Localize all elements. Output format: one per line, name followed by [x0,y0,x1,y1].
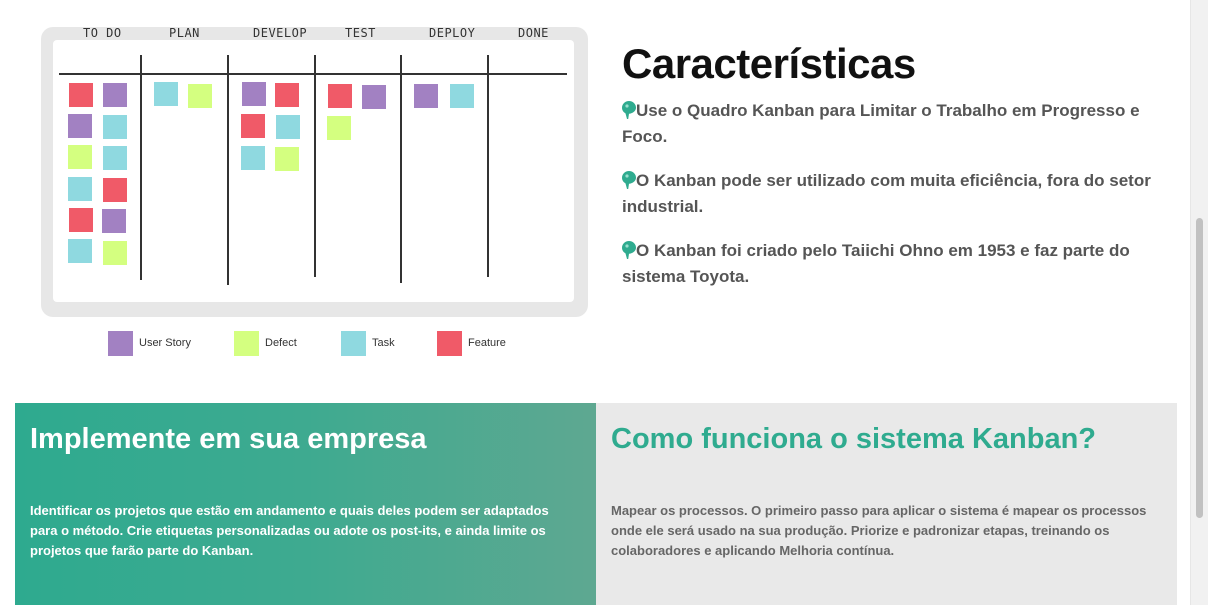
sticky-note [69,83,93,107]
characteristic-item: O Kanban foi criado pelo Taiichi Ohno em… [622,238,1162,290]
column-label-plan: PLAN [169,26,200,40]
how-it-works-text: Mapear os processos. O primeiro passo pa… [611,503,1147,558]
sticky-note [328,84,352,108]
sticky-note [414,84,438,108]
column-divider [140,55,142,280]
characteristic-text: Use o Quadro Kanban para Limitar o Traba… [622,101,1140,146]
sticky-note [275,147,299,171]
sticky-note [102,209,126,233]
legend-swatch-defect [234,331,259,356]
legend-swatch-task [341,331,366,356]
characteristic-text: O Kanban foi criado pelo Taiichi Ohno em… [622,241,1130,286]
board-header-line [59,73,567,75]
legend-label-user-story: User Story [139,337,191,349]
scrollbar-thumb[interactable] [1196,218,1203,518]
legend-label-task: Task [372,337,395,349]
how-it-works-panel: Como funciona o sistema Kanban? Mapear o… [596,403,1177,605]
legend-swatch-user-story [108,331,133,356]
implement-panel: Implemente em sua empresa Identificar os… [15,403,596,605]
sticky-note [450,84,474,108]
legend-swatch-feature [437,331,462,356]
sticky-note [103,241,127,265]
map-pin-icon [622,101,636,119]
sticky-note [362,85,386,109]
column-divider [400,55,402,283]
how-it-works-title: Como funciona o sistema Kanban? [611,423,1096,455]
sticky-note [69,208,93,232]
implement-text: Identificar os projetos que estão em and… [30,503,549,558]
sticky-note [327,116,351,140]
sticky-note [103,83,127,107]
column-divider [487,55,489,277]
sticky-note [241,146,265,170]
column-label-todo: TO DO [83,26,122,40]
sticky-note [154,82,178,106]
legend-label-feature: Feature [468,337,506,349]
column-label-test: TEST [345,26,376,40]
sticky-note [68,145,92,169]
sticky-note [275,83,299,107]
map-pin-icon [622,241,636,259]
characteristic-item: Use o Quadro Kanban para Limitar o Traba… [622,98,1162,150]
column-label-done: DONE [518,26,549,40]
sticky-note [103,178,127,202]
column-divider [314,55,316,277]
sticky-note [103,146,127,170]
sticky-note [103,115,127,139]
sticky-note [276,115,300,139]
sticky-note [68,239,92,263]
implement-title: Implemente em sua empresa [30,423,427,455]
column-label-deploy: DEPLOY [429,26,476,40]
sticky-note [68,177,92,201]
characteristics-title: Características [622,40,916,87]
characteristic-item: O Kanban pode ser utilizado com muita ef… [622,168,1162,220]
column-label-develop: DEVELOP [253,26,308,40]
sticky-note [68,114,92,138]
sticky-note [242,82,266,106]
sticky-note [188,84,212,108]
vertical-scrollbar[interactable] [1190,0,1208,605]
legend-label-defect: Defect [265,337,297,349]
sticky-note [241,114,265,138]
map-pin-icon [622,171,636,189]
column-divider [227,55,229,285]
characteristic-text: O Kanban pode ser utilizado com muita ef… [622,171,1151,216]
